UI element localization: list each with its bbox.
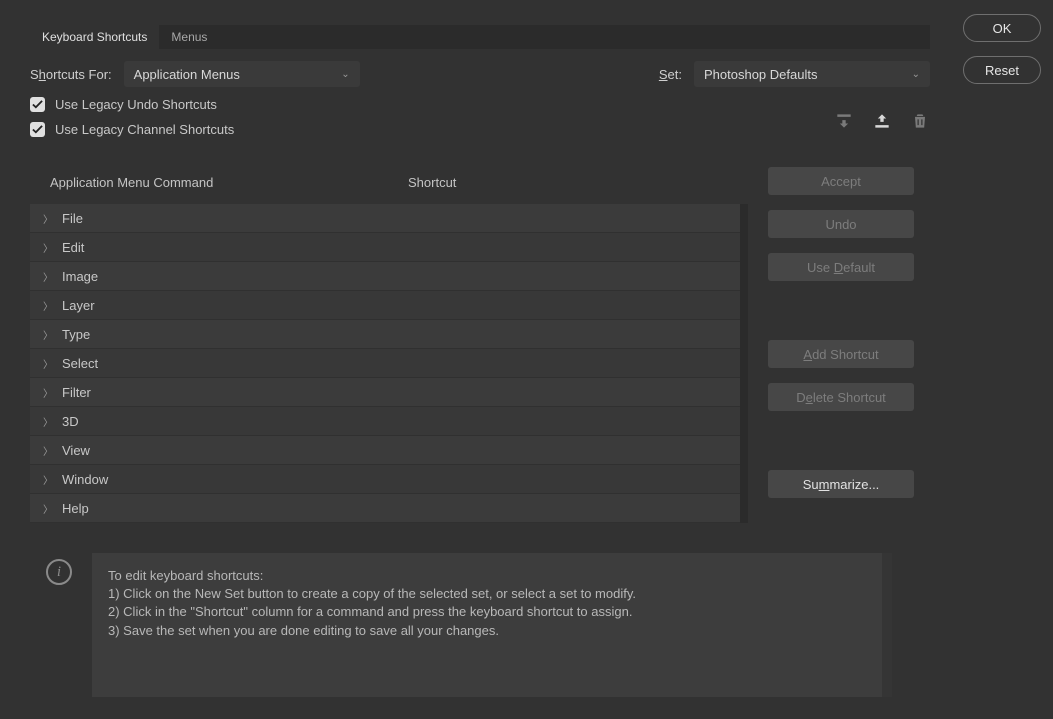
legacy-channel-label: Use Legacy Channel Shortcuts	[55, 122, 234, 137]
check-icon	[32, 124, 43, 135]
table-row[interactable]: 〉 Help	[30, 494, 740, 523]
chevron-down-icon: ⌄	[341, 69, 349, 80]
chevron-right-icon: 〉	[40, 443, 56, 458]
tab-keyboard-shortcuts[interactable]: Keyboard Shortcuts	[30, 25, 159, 49]
delete-set-icon[interactable]	[910, 111, 930, 131]
accept-button[interactable]: Accept	[768, 167, 914, 195]
add-shortcut-button[interactable]: Add Shortcut	[768, 340, 914, 368]
menu-item-label: 3D	[62, 414, 79, 429]
column-command: Application Menu Command	[50, 175, 408, 190]
menu-item-label: Select	[62, 356, 98, 371]
info-line: 3) Save the set when you are done editin…	[108, 622, 866, 640]
info-line: 1) Click on the New Set button to create…	[108, 585, 866, 603]
menu-item-label: Layer	[62, 298, 95, 313]
chevron-down-icon: ⌄	[912, 69, 920, 80]
check-icon	[32, 99, 43, 110]
menu-item-label: Help	[62, 501, 89, 516]
tab-menus-label: Menus	[171, 30, 207, 44]
menu-item-label: Image	[62, 269, 98, 284]
undo-button[interactable]: Undo	[768, 210, 914, 238]
legacy-undo-checkbox[interactable]	[30, 97, 45, 112]
table-row[interactable]: 〉 Image	[30, 262, 740, 291]
use-default-button[interactable]: Use Default	[768, 253, 914, 281]
table-row[interactable]: 〉 Window	[30, 465, 740, 494]
summarize-label: Summarize...	[803, 477, 880, 492]
table-row[interactable]: 〉 Select	[30, 349, 740, 378]
info-icon: i	[46, 559, 72, 585]
tab-bar: Keyboard Shortcuts Menus	[30, 25, 930, 49]
save-set-icon[interactable]	[872, 111, 892, 131]
table-row[interactable]: 〉 Filter	[30, 378, 740, 407]
table-row[interactable]: 〉 Layer	[30, 291, 740, 320]
info-line: To edit keyboard shortcuts:	[108, 567, 866, 585]
menu-item-label: Edit	[62, 240, 84, 255]
chevron-right-icon: 〉	[40, 414, 56, 429]
table-row[interactable]: 〉 View	[30, 436, 740, 465]
scrollbar[interactable]	[740, 204, 748, 523]
new-set-icon[interactable]	[834, 111, 854, 131]
info-line: 2) Click in the "Shortcut" column for a …	[108, 603, 866, 621]
table-row[interactable]: 〉 3D	[30, 407, 740, 436]
chevron-right-icon: 〉	[40, 240, 56, 255]
undo-label: Undo	[825, 217, 856, 232]
chevron-right-icon: 〉	[40, 501, 56, 516]
reset-label: Reset	[985, 63, 1019, 78]
shortcut-table: Application Menu Command Shortcut 〉File〉…	[30, 167, 740, 523]
chevron-right-icon: 〉	[40, 211, 56, 226]
column-shortcut: Shortcut	[408, 175, 720, 190]
info-text: To edit keyboard shortcuts: 1) Click on …	[92, 553, 892, 697]
menu-item-label: Window	[62, 472, 108, 487]
tab-menus[interactable]: Menus	[159, 25, 219, 49]
menu-item-label: Filter	[62, 385, 91, 400]
legacy-undo-label: Use Legacy Undo Shortcuts	[55, 97, 217, 112]
ok-label: OK	[993, 21, 1012, 36]
shortcuts-for-value: Application Menus	[134, 67, 240, 82]
ok-button[interactable]: OK	[963, 14, 1041, 42]
summarize-button[interactable]: Summarize...	[768, 470, 914, 498]
set-select[interactable]: Photoshop Defaults ⌄	[694, 61, 930, 87]
menu-item-label: File	[62, 211, 83, 226]
menu-item-label: Type	[62, 327, 90, 342]
reset-button[interactable]: Reset	[963, 56, 1041, 84]
chevron-right-icon: 〉	[40, 269, 56, 284]
menu-item-label: View	[62, 443, 90, 458]
set-label: Set:	[659, 67, 682, 82]
table-row[interactable]: 〉 File	[30, 204, 740, 233]
shortcuts-for-label: Shortcuts For:	[30, 67, 112, 82]
chevron-right-icon: 〉	[40, 327, 56, 342]
table-header: Application Menu Command Shortcut	[30, 167, 740, 204]
use-default-label: Use Default	[807, 260, 875, 275]
table-row[interactable]: 〉 Edit	[30, 233, 740, 262]
tab-keyboard-shortcuts-label: Keyboard Shortcuts	[42, 30, 147, 44]
shortcuts-for-select[interactable]: Application Menus ⌄	[124, 61, 360, 87]
accept-label: Accept	[821, 174, 861, 189]
add-shortcut-label: Add Shortcut	[803, 347, 878, 362]
legacy-channel-checkbox[interactable]	[30, 122, 45, 137]
chevron-right-icon: 〉	[40, 298, 56, 313]
set-value: Photoshop Defaults	[704, 67, 817, 82]
chevron-right-icon: 〉	[40, 385, 56, 400]
chevron-right-icon: 〉	[40, 356, 56, 371]
delete-shortcut-button[interactable]: Delete Shortcut	[768, 383, 914, 411]
delete-shortcut-label: Delete Shortcut	[796, 390, 886, 405]
chevron-right-icon: 〉	[40, 472, 56, 487]
table-row[interactable]: 〉 Type	[30, 320, 740, 349]
